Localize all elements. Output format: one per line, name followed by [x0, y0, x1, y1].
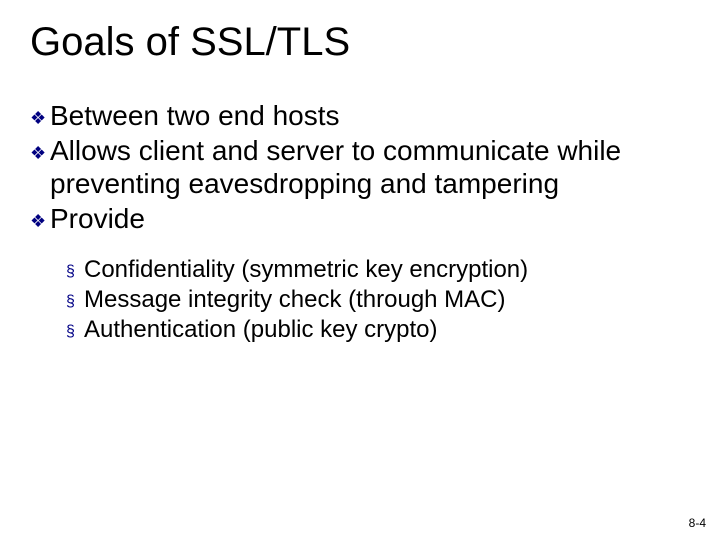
slide: Goals of SSL/TLS ❖Between two end hosts …	[0, 0, 720, 540]
bullet-text: Allows client and server to communicate …	[50, 135, 621, 199]
square-icon: §	[66, 292, 84, 312]
bullet-item: ❖Allows client and server to communicate…	[30, 134, 690, 200]
sub-bullet-group: §Confidentiality (symmetric key encrypti…	[66, 255, 690, 345]
square-icon: §	[66, 262, 84, 282]
page-number: 8-4	[689, 516, 706, 530]
diamond-icon: ❖	[30, 108, 50, 129]
sub-bullet-item: §Authentication (public key crypto)	[66, 315, 690, 345]
sub-bullet-item: §Message integrity check (through MAC)	[66, 285, 690, 315]
square-icon: §	[66, 322, 84, 342]
bullet-text: Provide	[50, 203, 145, 234]
sub-bullet-text: Message integrity check (through MAC)	[84, 286, 506, 313]
sub-bullet-text: Confidentiality (symmetric key encryptio…	[84, 256, 528, 283]
diamond-icon: ❖	[30, 143, 50, 164]
slide-body: ❖Between two end hosts ❖Allows client an…	[30, 99, 690, 345]
slide-title: Goals of SSL/TLS	[30, 20, 690, 65]
sub-bullet-text: Authentication (public key crypto)	[84, 316, 438, 343]
sub-bullet-item: §Confidentiality (symmetric key encrypti…	[66, 255, 690, 285]
bullet-item: ❖Between two end hosts	[30, 99, 690, 132]
diamond-icon: ❖	[30, 211, 50, 232]
bullet-text: Between two end hosts	[50, 100, 340, 131]
bullet-item: ❖Provide	[30, 202, 690, 235]
